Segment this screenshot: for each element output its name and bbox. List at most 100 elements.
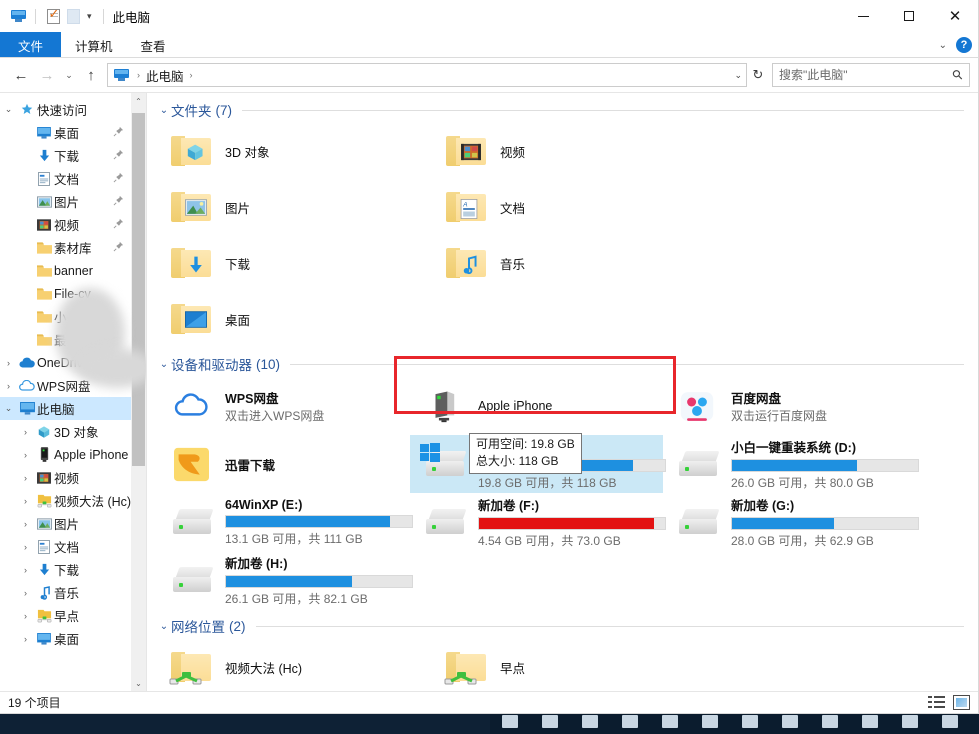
tile-item[interactable]: 64WinXP (E:)13.1 GB 可用，共 111 GB xyxy=(157,493,410,551)
tile-item[interactable]: 小白一键重装系统 (D:)26.0 GB 可用，共 80.0 GB xyxy=(663,435,916,493)
search-input[interactable] xyxy=(779,68,953,82)
sidebar-item-20[interactable]: ›下载 xyxy=(0,558,146,581)
tab-computer[interactable]: 计算机 xyxy=(61,32,127,58)
forward-button[interactable]: → xyxy=(34,62,60,88)
chevron-right-icon[interactable]: › xyxy=(17,542,34,552)
chevron-right-icon[interactable]: › xyxy=(17,519,34,529)
chevron-right-icon[interactable]: › xyxy=(0,381,17,391)
chevron-down-icon[interactable]: ⌄ xyxy=(0,104,17,115)
chevron-down-icon[interactable]: ⌄ xyxy=(157,359,171,370)
tile-item[interactable]: 图片 xyxy=(157,179,432,235)
back-button[interactable]: ← xyxy=(8,62,34,88)
chevron-down-icon[interactable]: ▾ xyxy=(83,11,96,22)
tile-item[interactable]: 3D 对象 xyxy=(157,123,432,179)
nav-scrollbar[interactable]: ⌃ ⌄ xyxy=(131,93,146,691)
monitor-icon[interactable] xyxy=(8,6,28,26)
group-header-0[interactable]: ⌄文件夹(7) xyxy=(157,97,978,123)
tile-name: 新加卷 (G:) xyxy=(731,495,916,514)
chevron-right-icon[interactable]: › xyxy=(17,473,34,483)
sidebar-item-23[interactable]: ›桌面 xyxy=(0,627,146,650)
tile-item[interactable]: 新加卷 (G:)28.0 GB 可用，共 62.9 GB xyxy=(663,493,916,551)
sidebar-item-22[interactable]: › 早点 xyxy=(0,604,146,627)
sidebar-item-label: WPS网盘 xyxy=(37,376,90,395)
tile-item[interactable]: 音乐 xyxy=(432,235,707,291)
recent-locations-icon[interactable]: ⌄ xyxy=(60,62,78,88)
chevron-down-icon[interactable]: ⌄ xyxy=(0,403,17,414)
scroll-down-icon[interactable]: ⌄ xyxy=(131,675,146,691)
sidebar-item-21[interactable]: ›音乐 xyxy=(0,581,146,604)
chevron-right-icon[interactable]: › xyxy=(17,450,34,460)
sidebar-item-14[interactable]: ›3D 对象 xyxy=(0,420,146,443)
chevron-right-icon[interactable]: › xyxy=(17,427,34,437)
tile-item[interactable]: 百度网盘双击运行百度网盘 xyxy=(663,377,916,435)
chevron-down-icon[interactable]: ⌄ xyxy=(939,40,947,51)
chevron-down-icon[interactable]: ⌄ xyxy=(734,70,742,81)
scrollbar-thumb[interactable] xyxy=(132,113,145,466)
tab-view[interactable]: 查看 xyxy=(127,32,180,58)
sidebar-item-label: 素材库 xyxy=(54,238,92,257)
details-view-icon[interactable] xyxy=(928,695,945,710)
tile-name: 视频大法 (Hc) xyxy=(225,658,302,677)
chevron-right-icon[interactable]: › xyxy=(17,588,34,598)
pin-icon[interactable] xyxy=(113,218,124,232)
scroll-up-icon[interactable]: ⌃ xyxy=(131,93,146,109)
large-icons-view-icon[interactable] xyxy=(953,695,970,710)
desktop-icon xyxy=(34,127,54,139)
close-button[interactable]: ✕ xyxy=(932,0,978,32)
chevron-right-icon[interactable]: › xyxy=(17,611,34,621)
tile-item[interactable]: Apple iPhone xyxy=(410,377,663,435)
sidebar-item-label: 文档 xyxy=(54,169,79,188)
sidebar-item-3[interactable]: 文档 xyxy=(0,167,146,190)
sidebar-item-2[interactable]: 下载 xyxy=(0,144,146,167)
tile-item[interactable]: WPS网盘双击进入WPS网盘 xyxy=(157,377,410,435)
tile-item[interactable]: 新加卷 (H:)26.1 GB 可用，共 82.1 GB xyxy=(157,551,410,609)
tile-item[interactable]: 视频大法 (Hc) xyxy=(157,639,432,691)
minimize-button[interactable] xyxy=(840,0,886,32)
chevron-right-icon[interactable]: › xyxy=(0,358,17,368)
pin-icon[interactable] xyxy=(113,126,124,140)
navigation-pane: ⌄快速访问桌面下载文档图片视频素材库bannerFile-cv小最›OneDri… xyxy=(0,93,146,691)
tile-item[interactable]: 新加卷 (F:)4.54 GB 可用，共 73.0 GB xyxy=(410,493,663,551)
chevron-right-icon[interactable]: › xyxy=(17,565,34,575)
tile-item[interactable]: 桌面 xyxy=(157,291,432,347)
sidebar-item-label: 早点 xyxy=(54,606,79,625)
group-header-2[interactable]: ⌄网络位置(2) xyxy=(157,613,978,639)
refresh-button[interactable]: ↻ xyxy=(747,63,769,87)
pin-icon[interactable] xyxy=(113,149,124,163)
pin-icon[interactable] xyxy=(113,172,124,186)
tile-item[interactable]: 迅雷下载 xyxy=(157,435,410,493)
pin-icon[interactable] xyxy=(113,241,124,255)
group-header-1[interactable]: ⌄设备和驱动器(10) xyxy=(157,351,978,377)
tab-file[interactable]: 文件 xyxy=(0,32,61,58)
tile-item[interactable]: 视频 xyxy=(432,123,707,179)
pin-icon[interactable] xyxy=(113,195,124,209)
breadcrumb[interactable]: › 此电脑 › ⌄ xyxy=(107,63,747,87)
up-button[interactable]: ↑ xyxy=(78,62,104,88)
sidebar-item-19[interactable]: ›文档 xyxy=(0,535,146,558)
chevron-right-icon[interactable]: › xyxy=(17,634,34,644)
sidebar-item-5[interactable]: 视频 xyxy=(0,213,146,236)
maximize-button[interactable] xyxy=(886,0,932,32)
tile-item[interactable]: A文档 xyxy=(432,179,707,235)
chevron-down-icon[interactable]: ⌄ xyxy=(157,621,171,632)
sidebar-item-1[interactable]: 桌面 xyxy=(0,121,146,144)
chevron-right-icon[interactable]: › xyxy=(17,496,34,506)
new-folder-icon[interactable] xyxy=(63,6,83,26)
sidebar-item-0[interactable]: ⌄快速访问 xyxy=(0,98,146,121)
properties-icon[interactable] xyxy=(43,6,63,26)
chevron-down-icon[interactable]: ⌄ xyxy=(157,105,171,116)
breadcrumb-separator-2[interactable]: › xyxy=(186,70,197,80)
sidebar-item-17[interactable]: ›视频大法 (Hc) xyxy=(0,489,146,512)
breadcrumb-item-this-pc[interactable]: 此电脑 xyxy=(144,66,186,85)
tile-item[interactable]: 早点 xyxy=(432,639,707,691)
sidebar-item-6[interactable]: 素材库 xyxy=(0,236,146,259)
help-icon[interactable]: ? xyxy=(956,37,972,53)
sidebar-item-18[interactable]: ›图片 xyxy=(0,512,146,535)
tile-item[interactable]: 下载 xyxy=(157,235,432,291)
sidebar-item-13[interactable]: ⌄此电脑 xyxy=(0,397,146,420)
sidebar-item-7[interactable]: banner xyxy=(0,259,146,282)
sidebar-item-16[interactable]: ›视频 xyxy=(0,466,146,489)
sidebar-item-4[interactable]: 图片 xyxy=(0,190,146,213)
search-box[interactable]: ⚲ xyxy=(772,63,970,87)
sidebar-item-15[interactable]: ›Apple iPhone xyxy=(0,443,146,466)
